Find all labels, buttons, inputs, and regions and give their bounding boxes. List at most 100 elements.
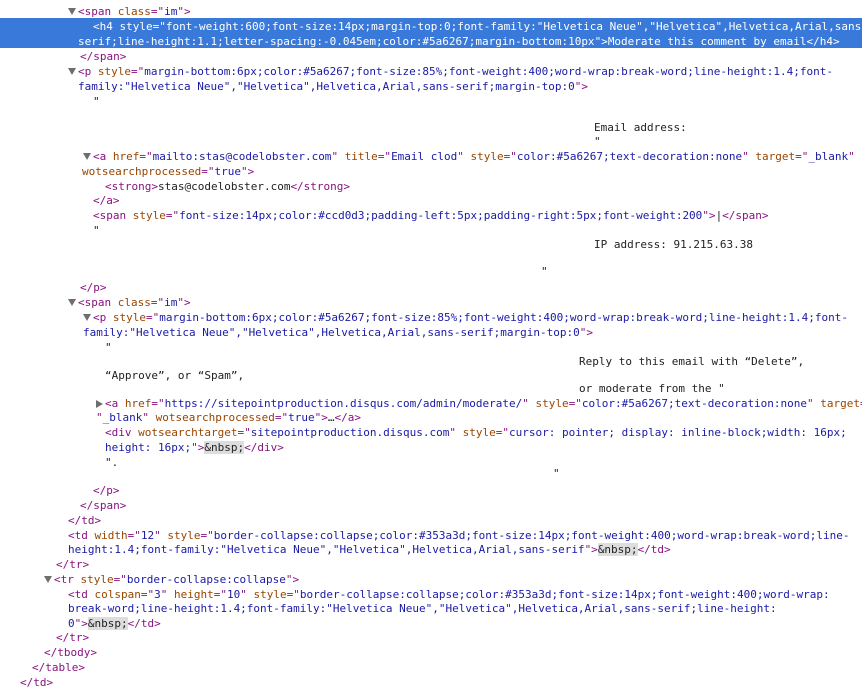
- tag-token: ": [848, 150, 855, 163]
- dom-node-line[interactable]: Reply to this email with “Delete”,: [579, 354, 804, 369]
- attribute-name: style: [253, 588, 287, 601]
- dom-node-line[interactable]: "_blank" wotsearchprocessed="true">…</a>: [96, 410, 361, 425]
- tag-token: ": [96, 411, 103, 424]
- collapse-triangle-icon[interactable]: [44, 576, 52, 583]
- dom-node-line[interactable]: <a href="mailto:stas@codelobster.com" ti…: [93, 149, 855, 164]
- dom-node-line[interactable]: </a>: [93, 193, 120, 208]
- tag-token: ">: [584, 543, 598, 556]
- dom-node-line[interactable]: </td>: [68, 513, 101, 528]
- dom-node-line[interactable]: </tbody>: [44, 645, 97, 660]
- attribute-name: wotsearchprocessed: [155, 411, 275, 424]
- attribute-value: Email clod: [391, 150, 458, 163]
- dom-node-line[interactable]: <p style="margin-bottom:6px;color:#5a626…: [93, 310, 848, 325]
- attribute-name: style: [119, 20, 153, 33]
- tag-token: =": [150, 296, 165, 309]
- dom-node-line[interactable]: </span>: [80, 498, 126, 513]
- dom-node-line[interactable]: ": [594, 134, 601, 149]
- collapse-triangle-icon[interactable]: [83, 314, 91, 321]
- dom-node-line[interactable]: </p>: [80, 280, 107, 295]
- attribute-name: style: [470, 150, 504, 163]
- collapse-triangle-icon[interactable]: [68, 299, 76, 306]
- dom-node-line[interactable]: ": [553, 466, 560, 481]
- attribute-value: im: [164, 296, 178, 309]
- tag-token: <p: [93, 311, 113, 324]
- dom-node-line[interactable]: </tr>: [56, 630, 89, 645]
- dom-node-line[interactable]: Email address:: [594, 120, 687, 135]
- tag-token: </h4>: [806, 35, 840, 48]
- dom-node-line[interactable]: serif;line-height:1.1;letter-spacing:-0.…: [78, 34, 840, 49]
- dom-node-line[interactable]: height:1.4;font-family:"Helvetica Neue",…: [68, 542, 671, 557]
- dom-node-line[interactable]: or moderate from the ": [579, 381, 725, 396]
- tag-token: =": [127, 529, 141, 542]
- entity-token: &nbsp;: [597, 543, 638, 556]
- attribute-value: font-size:14px;color:#ccd0d3;padding-lef…: [179, 209, 703, 222]
- tag-token: </a>: [334, 411, 361, 424]
- dom-node-line[interactable]: </td>: [20, 675, 53, 690]
- dom-node-line[interactable]: <span class="im">: [78, 295, 191, 310]
- tag-token: </span>: [722, 209, 769, 222]
- tag-token: ">: [177, 5, 191, 18]
- attribute-name: style: [535, 397, 569, 410]
- dom-node-line[interactable]: <span class="im">: [78, 4, 191, 19]
- dom-node-line[interactable]: <p style="margin-bottom:6px;color:#5a626…: [78, 64, 833, 79]
- dom-node-line[interactable]: family:"Helvetica Neue","Helvetica",Helv…: [78, 79, 588, 94]
- expand-triangle-icon[interactable]: [96, 400, 103, 408]
- text-node: Moderate this comment by email: [607, 35, 807, 48]
- dom-node-line[interactable]: </table>: [32, 660, 85, 675]
- text-node: or moderate from the ": [579, 382, 725, 395]
- attribute-value: break-word;line-height:1.4;font-family:"…: [68, 602, 777, 615]
- tag-token: =": [146, 311, 160, 324]
- tag-token: <a: [93, 150, 113, 163]
- attribute-name: wotsearchprocessed: [82, 165, 202, 178]
- dom-node-line[interactable]: family:"Helvetica Neue","Helvetica",Helv…: [83, 325, 593, 340]
- dom-node-line[interactable]: <strong>stas@codelobster.com</strong>: [105, 179, 350, 194]
- dom-node-line[interactable]: ": [541, 264, 548, 279]
- tag-token: ": [807, 397, 821, 410]
- dom-node-line[interactable]: </p>: [93, 483, 120, 498]
- text-node: Reply to this email with “Delete”,: [579, 355, 805, 368]
- tag-token: </td>: [127, 617, 161, 630]
- dom-node-line[interactable]: <tr style="border-collapse:collapse">: [54, 572, 299, 587]
- dom-node-line[interactable]: IP address: 91.215.63.38: [594, 237, 753, 252]
- dom-node-line[interactable]: “Approve”, or “Spam”,: [105, 368, 244, 383]
- tag-token: </p>: [80, 281, 107, 294]
- attribute-value: border-collapse:collapse;color:#353a3d;f…: [213, 529, 850, 542]
- tag-token: =": [274, 411, 289, 424]
- tag-token: =": [237, 426, 251, 439]
- collapse-triangle-icon[interactable]: [83, 153, 91, 160]
- attribute-name: href: [124, 397, 152, 410]
- dom-node-line[interactable]: wotsearchprocessed="true">: [82, 164, 254, 179]
- tag-token: ": [457, 150, 471, 163]
- collapse-triangle-icon[interactable]: [68, 8, 76, 15]
- dom-node-line[interactable]: </span>: [80, 49, 126, 64]
- attribute-value: margin-bottom:6px;color:#5a6267;font-siz…: [159, 311, 848, 324]
- attribute-name: title: [344, 150, 378, 163]
- dom-node-line[interactable]: ": [93, 94, 100, 109]
- dom-node-line[interactable]: break-word;line-height:1.4;font-family:"…: [68, 601, 777, 616]
- elements-dom-tree[interactable]: <span class="im"> <h4 style="font-weight:…: [0, 0, 862, 689]
- dom-node-line[interactable]: <h4 style="font-weight:600;font-size:14p…: [93, 19, 862, 34]
- entity-token: &nbsp;: [87, 617, 128, 630]
- collapse-triangle-icon[interactable]: [68, 68, 76, 75]
- dom-node-line[interactable]: <div wotsearchtarget="sitepointproductio…: [105, 425, 847, 440]
- tag-token: =": [131, 65, 145, 78]
- dom-node-line[interactable]: <span style="font-size:14px;color:#ccd0d…: [93, 208, 769, 223]
- attribute-name: style: [462, 426, 496, 439]
- tag-token: ": [160, 588, 174, 601]
- dom-node-line[interactable]: <td colspan="3" height="10" style="borde…: [68, 587, 830, 602]
- dom-node-line[interactable]: <td width="12" style="border-collapse:co…: [68, 528, 850, 543]
- dom-node-line[interactable]: <a href="https://sitepointproduction.dis…: [105, 396, 862, 411]
- dom-node-line[interactable]: ".: [105, 455, 118, 470]
- attribute-value: true: [214, 165, 241, 178]
- tag-token: ">: [579, 326, 593, 339]
- dom-node-line[interactable]: ": [105, 340, 112, 355]
- text-node: ": [553, 467, 560, 480]
- tag-token: <td: [68, 588, 95, 601]
- dom-node-line[interactable]: ": [93, 223, 100, 238]
- tag-token: =": [286, 588, 300, 601]
- dom-node-line[interactable]: 0">&nbsp;</td>: [68, 616, 161, 631]
- dom-node-line[interactable]: </tr>: [56, 557, 89, 572]
- tag-token: =": [377, 150, 392, 163]
- dom-node-line[interactable]: height: 16px;">&nbsp;</div>: [105, 440, 284, 455]
- attribute-value: height:1.4;font-family:"Helvetica Neue",…: [68, 543, 585, 556]
